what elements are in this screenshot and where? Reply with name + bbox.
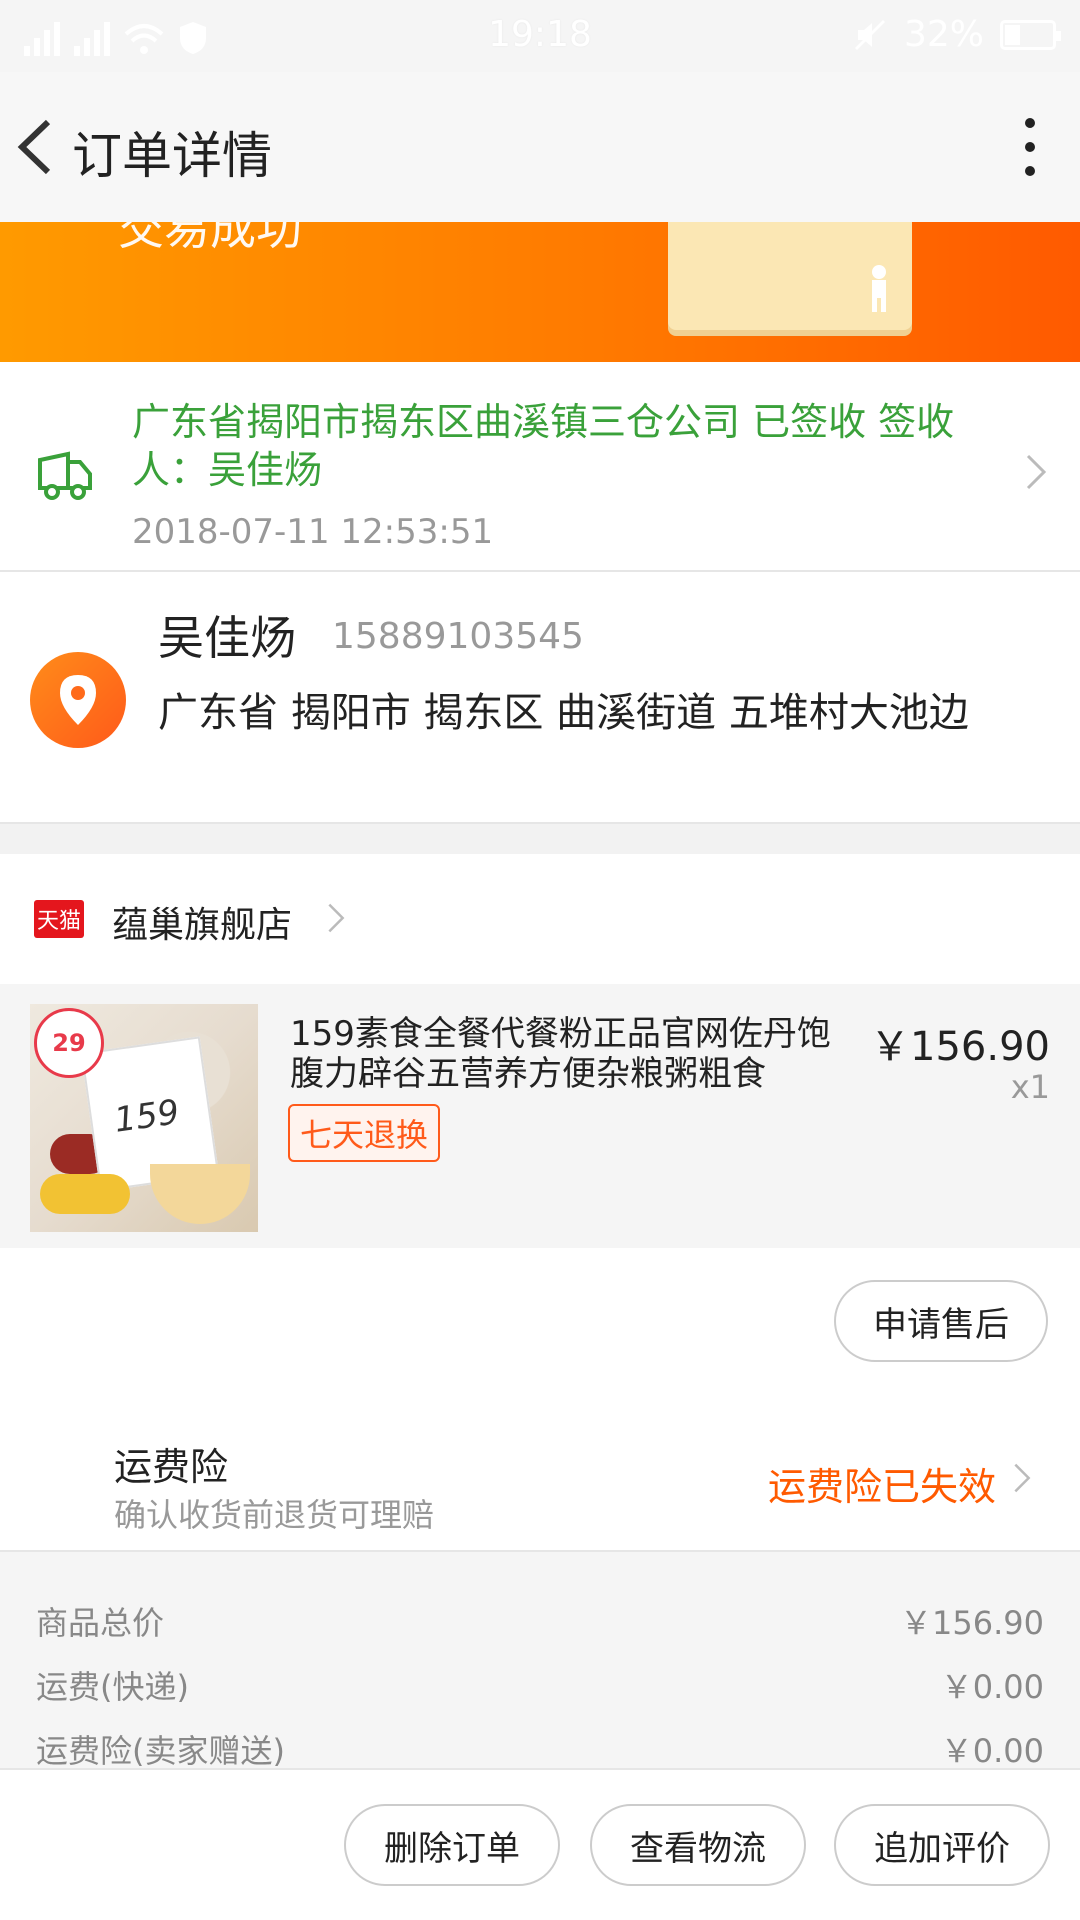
bottom-action-bar: 删除订单 查看物流 追加评价: [0, 1768, 1080, 1920]
logistics-row[interactable]: 广东省揭阳市揭东区曲溪镇三仓公司 已签收 签收人：吴佳炀 2018-07-11 …: [0, 362, 1080, 572]
coupon-badge: 29: [34, 1008, 104, 1078]
insurance-subtitle: 确认收货前退货可理赔: [114, 1496, 435, 1534]
recipient-name: 吴佳炀: [158, 611, 296, 665]
status-bar: 19:18 32%: [0, 0, 1080, 72]
chevron-right-icon: [1026, 454, 1047, 490]
product-price: ￥156.90: [870, 1024, 1050, 1070]
product-item[interactable]: 159 29 159素食全餐代餐粉正品官网佐丹饱腹力辟谷五营养方便杂粮粥粗食 七…: [0, 984, 1080, 1248]
recipient-address: 广东省 揭阳市 揭东区 曲溪街道 五堆村大池边: [158, 690, 969, 736]
battery-percent: 32%: [903, 14, 984, 55]
add-review-button[interactable]: 追加评价: [834, 1804, 1050, 1886]
tmall-logo: 天猫: [34, 900, 84, 938]
shop-name: 蕴巢旗舰店: [112, 905, 293, 946]
dot: [1025, 142, 1035, 152]
bowl-graphic: [150, 1164, 250, 1224]
shop-row[interactable]: 天猫 蕴巢旗舰店: [0, 854, 1080, 984]
apply-after-sale-button[interactable]: 申请售后: [834, 1280, 1048, 1362]
chevron-right-icon: [328, 903, 345, 933]
insurance-title: 运费险: [114, 1445, 229, 1489]
delete-order-button[interactable]: 删除订单: [344, 1804, 560, 1886]
dot: [1025, 118, 1035, 128]
more-options-button[interactable]: [1010, 112, 1050, 182]
location-pin-icon: [30, 652, 126, 748]
insurance-status: 运费险已失效: [767, 1465, 996, 1509]
cost-value: ￥0.00: [940, 1668, 1044, 1706]
section-divider: [0, 824, 1080, 854]
truck-icon: [38, 451, 92, 500]
top-nav-bar: 订单详情: [0, 72, 1080, 222]
product-image: 159 29: [30, 1004, 258, 1232]
order-status-banner: 交易成功: [0, 222, 1080, 362]
logistics-status: 广东省揭阳市揭东区曲溪镇三仓公司 已签收 签收人：吴佳炀: [132, 400, 955, 492]
cost-label: 运费(快递): [36, 1668, 189, 1706]
cost-label: 商品总价: [36, 1604, 165, 1642]
product-image-text: 159: [111, 1092, 182, 1141]
cost-row-insurance: 运费险(卖家赠送) ￥0.00: [0, 1716, 1080, 1776]
cost-summary: 商品总价 ￥156.90 运费(快递) ￥0.00 运费险(卖家赠送) ￥0.0…: [0, 1552, 1080, 1770]
product-name: 159素食全餐代餐粉正品官网佐丹饱腹力辟谷五营养方便杂粮粥粗食: [290, 1014, 831, 1094]
order-status-text: 交易成功: [118, 222, 302, 255]
dot: [1025, 166, 1035, 176]
delivery-address: 吴佳炀 15889103545 广东省 揭阳市 揭东区 曲溪街道 五堆村大池边: [0, 572, 1080, 824]
corn-graphic: [40, 1174, 130, 1214]
cost-label: 运费险(卖家赠送): [36, 1732, 285, 1770]
cost-value: ￥156.90: [900, 1604, 1044, 1642]
page-title: 订单详情: [72, 127, 272, 185]
chevron-right-icon: [1014, 1463, 1031, 1493]
cost-row-shipping: 运费(快递) ￥0.00: [0, 1652, 1080, 1712]
product-quantity: x1: [1010, 1068, 1050, 1106]
cost-value: ￥0.00: [940, 1732, 1044, 1770]
shipping-insurance-row[interactable]: 运费险 确认收货前退货可理赔 运费险已失效: [0, 1398, 1080, 1552]
after-sale-section: 申请售后: [0, 1248, 1080, 1398]
recipient-phone: 15889103545: [332, 616, 584, 657]
mute-icon: [854, 19, 886, 50]
battery-icon: [1000, 19, 1061, 50]
cost-row-goods-total: 商品总价 ￥156.90: [0, 1588, 1080, 1648]
view-logistics-button[interactable]: 查看物流: [590, 1804, 806, 1886]
back-arrow-icon: [17, 119, 51, 175]
return-policy-tag: 七天退换: [288, 1104, 441, 1162]
logistics-time: 2018-07-11 12:53:51: [132, 512, 494, 552]
person-illustration-icon: [872, 265, 886, 312]
back-button[interactable]: [10, 112, 70, 182]
